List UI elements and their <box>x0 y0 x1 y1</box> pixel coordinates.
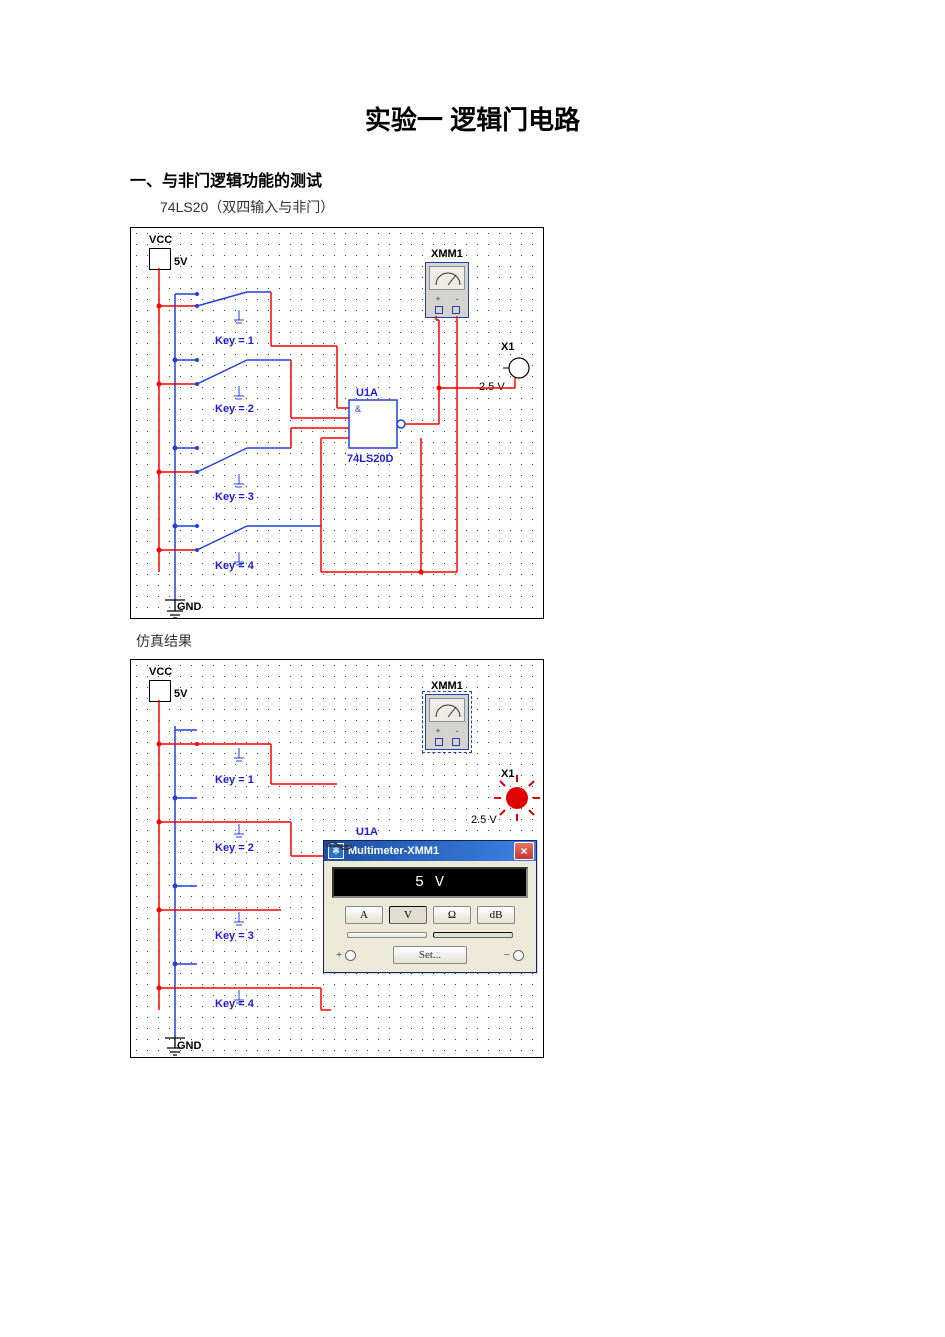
mode-volts-button[interactable]: V <box>389 906 427 924</box>
chip-description: 74LS20（双四输入与非门） <box>160 197 815 217</box>
mode-ohms-button[interactable]: Ω <box>433 906 471 924</box>
dc-line-icon <box>324 841 354 851</box>
dc-button[interactable] <box>433 932 513 938</box>
multimeter-window[interactable]: ※ Multimeter-XMM1 × 5 V A V Ω dB <box>323 840 537 973</box>
multimeter-title: Multimeter-XMM1 <box>348 845 439 857</box>
mode-db-button[interactable]: dB <box>477 906 515 924</box>
ac-button[interactable] <box>347 932 427 938</box>
terminal-ring-icon <box>345 950 356 961</box>
page-title: 实验一 逻辑门电路 <box>130 100 815 137</box>
settings-button[interactable]: Set... <box>393 946 467 964</box>
svg-text:&: & <box>355 404 361 414</box>
close-button[interactable]: × <box>514 842 534 860</box>
probe-lit-icon <box>494 775 540 821</box>
plus-label: + <box>336 949 342 961</box>
circuit-diagram-1: VCC 5V GND Key = 1 Key = 2 Key = 3 Key =… <box>130 227 544 619</box>
multimeter-display: 5 V <box>332 867 528 898</box>
terminal-minus: − <box>504 949 524 961</box>
mode-amps-button[interactable]: A <box>345 906 383 924</box>
section-heading: 一、与非门逻辑功能的测试 <box>130 167 815 191</box>
multimeter-titlebar[interactable]: ※ Multimeter-XMM1 × <box>324 841 536 861</box>
terminal-plus: + <box>336 949 356 961</box>
close-icon: × <box>520 844 527 858</box>
minus-label: − <box>504 949 510 961</box>
circuit-diagram-2: VCC 5V GND Key = 1 Key = 2 Key = 3 Key =… <box>130 659 544 1058</box>
terminal-ring-icon <box>513 950 524 961</box>
sim-result-label: 仿真结果 <box>136 631 815 651</box>
wiring-svg-1: & <box>131 228 543 618</box>
